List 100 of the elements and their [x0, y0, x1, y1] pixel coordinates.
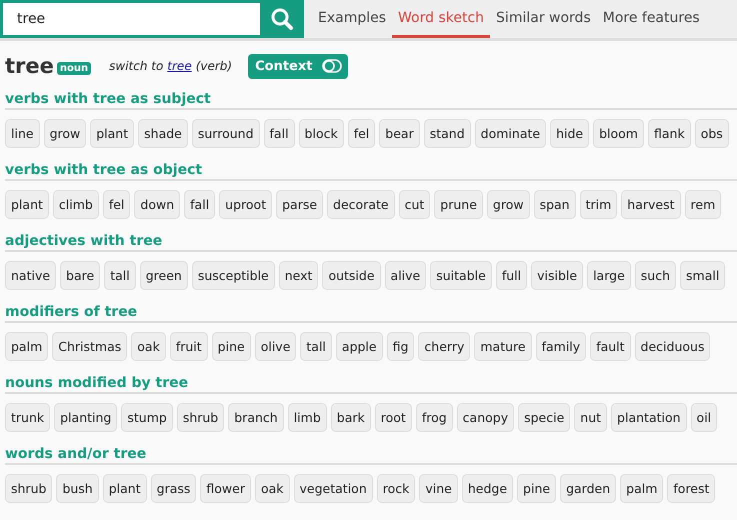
collocation-chip[interactable]: decorate	[327, 190, 395, 219]
tab[interactable]: Examples	[312, 0, 392, 38]
collocation-chip[interactable]: fall	[184, 190, 216, 219]
part-of-speech-tag: noun	[56, 62, 92, 74]
collocation-chip[interactable]: branch	[228, 403, 284, 432]
collocation-chip[interactable]: hedge	[462, 474, 514, 503]
search-icon	[270, 7, 294, 31]
collocation-chip[interactable]: oil	[690, 403, 718, 432]
collocation-chip[interactable]: harvest	[621, 190, 681, 219]
collocation-chip[interactable]: fall	[264, 119, 295, 148]
collocation-chip[interactable]: susceptible	[192, 261, 275, 290]
collocation-chip[interactable]: forest	[667, 474, 716, 503]
collocation-chip[interactable]: down	[134, 190, 180, 219]
collocation-chip[interactable]: olive	[254, 332, 296, 361]
tab[interactable]: More features	[596, 0, 706, 38]
collocation-chip[interactable]: nut	[574, 403, 608, 432]
switch-text: (verb)	[196, 59, 232, 73]
collocation-chip[interactable]: cherry	[418, 332, 470, 361]
collocation-chip[interactable]: pine	[212, 332, 251, 361]
collocation-chip[interactable]: root	[374, 403, 412, 432]
collocation-chip[interactable]: bloom	[593, 119, 644, 148]
collocation-chip[interactable]: parse	[276, 190, 324, 219]
search-button[interactable]	[260, 0, 304, 38]
collocation-chip[interactable]: vine	[419, 474, 458, 503]
collocation-chip[interactable]: flower	[200, 474, 251, 503]
collocation-chip[interactable]: large	[587, 261, 631, 290]
collocation-chip[interactable]: grow	[486, 190, 530, 219]
switch-link[interactable]: tree	[167, 59, 192, 73]
collocation-chip[interactable]: planting	[54, 403, 118, 432]
collocation-chip[interactable]: apple	[336, 332, 383, 361]
collocation-chip[interactable]: visible	[531, 261, 584, 290]
collocation-chip[interactable]: cut	[398, 190, 430, 219]
collocation-chip[interactable]: fig	[386, 332, 414, 361]
tab[interactable]: Similar words	[490, 0, 597, 38]
collocation-chip[interactable]: tall	[300, 332, 332, 361]
collocation-chip[interactable]: climb	[52, 190, 99, 219]
collocation-chip[interactable]: pine	[517, 474, 556, 503]
collocation-chip[interactable]: oak	[254, 474, 290, 503]
collocation-chip[interactable]: next	[278, 261, 318, 290]
tab[interactable]: Word sketch	[392, 0, 490, 38]
collocation-chip[interactable]: line	[5, 119, 40, 148]
collocation-chip[interactable]: tall	[104, 261, 136, 290]
switch-text: switch to	[109, 59, 164, 73]
collocation-chip[interactable]: fault	[590, 332, 631, 361]
collocation-chip[interactable]: dominate	[474, 119, 546, 148]
collocation-chip[interactable]: bare	[60, 261, 100, 290]
collocation-chip[interactable]: prune	[434, 190, 483, 219]
collocation-chip[interactable]: span	[534, 190, 576, 219]
collocation-chip[interactable]: plantation	[611, 403, 687, 432]
collocation-chip[interactable]: native	[5, 261, 56, 290]
collocation-chip[interactable]: palm	[620, 474, 664, 503]
collocation-chip[interactable]: block	[298, 119, 344, 148]
collocation-chip[interactable]: such	[634, 261, 676, 290]
collocation-chip[interactable]: shrub	[5, 474, 52, 503]
collocation-chip[interactable]: surround	[192, 119, 260, 148]
collocation-chip[interactable]: frog	[416, 403, 453, 432]
collocation-chip[interactable]: shrub	[176, 403, 224, 432]
collocation-chip[interactable]: uproot	[219, 190, 272, 219]
collocation-chip[interactable]: shade	[138, 119, 188, 148]
collocation-chip[interactable]: grow	[44, 119, 86, 148]
collocation-chip[interactable]: bush	[56, 474, 99, 503]
collocation-chip[interactable]: oak	[131, 332, 166, 361]
headword: tree	[5, 54, 54, 78]
collocation-chip[interactable]: fel	[348, 119, 376, 148]
collocation-chip[interactable]: bear	[379, 119, 420, 148]
collocation-chip[interactable]: limb	[288, 403, 327, 432]
collocation-chip[interactable]: Christmas	[52, 332, 128, 361]
collocation-chip[interactable]: palm	[5, 332, 48, 361]
collocation-chip[interactable]: rem	[684, 190, 722, 219]
collocation-chip[interactable]: grass	[150, 474, 196, 503]
collocation-chip[interactable]: outside	[322, 261, 381, 290]
collocation-chip[interactable]: bark	[330, 403, 371, 432]
collocation-chip[interactable]: hide	[550, 119, 590, 148]
collocation-chip[interactable]: canopy	[456, 403, 514, 432]
collocation-chip[interactable]: mature	[474, 332, 532, 361]
search-field[interactable]: tree	[0, 0, 260, 38]
collocation-chip[interactable]: deciduous	[634, 332, 710, 361]
collocation-chip[interactable]: plant	[90, 119, 134, 148]
collocation-chip[interactable]: fel	[102, 190, 130, 219]
collocation-chip[interactable]: trunk	[5, 403, 50, 432]
collocation-chip[interactable]: obs	[694, 119, 729, 148]
collocation-chip[interactable]: specie	[518, 403, 570, 432]
collocation-chip[interactable]: small	[680, 261, 726, 290]
collocation-chip[interactable]: trim	[580, 190, 618, 219]
section-heading: nouns modified by tree	[5, 375, 737, 394]
collocation-chip[interactable]: green	[140, 261, 188, 290]
section-heading: modifiers of tree	[5, 304, 737, 323]
collocation-chip[interactable]: stand	[424, 119, 471, 148]
collocation-chip[interactable]: flank	[648, 119, 691, 148]
collocation-chip[interactable]: full	[496, 261, 528, 290]
collocation-chip[interactable]: stump	[121, 403, 173, 432]
collocation-chip[interactable]: plant	[102, 474, 147, 503]
collocation-chip[interactable]: alive	[384, 261, 426, 290]
collocation-chip[interactable]: plant	[5, 190, 49, 219]
collocation-chip[interactable]: fruit	[170, 332, 208, 361]
collocation-chip[interactable]: garden	[560, 474, 616, 503]
collocation-chip[interactable]: suitable	[430, 261, 492, 290]
collocation-chip[interactable]: rock	[376, 474, 416, 503]
collocation-chip[interactable]: vegetation	[294, 474, 373, 503]
collocation-chip[interactable]: family	[536, 332, 586, 361]
